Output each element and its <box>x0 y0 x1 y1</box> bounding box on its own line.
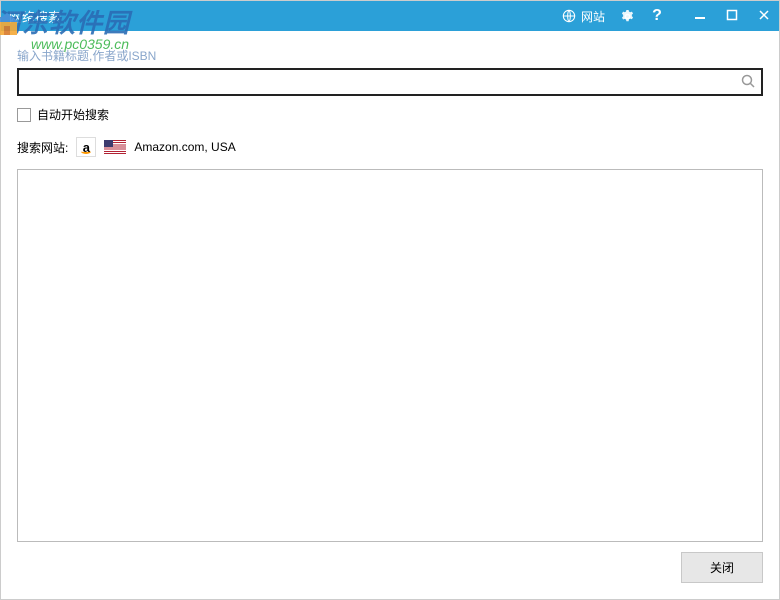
close-icon <box>758 9 770 24</box>
search-field-container <box>17 68 763 96</box>
gear-icon <box>619 8 635 24</box>
titlebar: 网络搜索 网站 ? <box>1 1 779 31</box>
window-title: 网络搜索 <box>9 7 61 26</box>
results-area <box>17 169 763 542</box>
maximize-button[interactable] <box>725 9 739 23</box>
close-button[interactable]: 关闭 <box>681 552 763 583</box>
search-button[interactable] <box>735 70 761 94</box>
content-area: 河东软件园 www.pc0359.cn 输入书籍标题,作者或ISBN 自动开始搜… <box>1 31 779 599</box>
settings-button[interactable] <box>619 8 635 24</box>
search-site-row: 搜索网站: a Amazon.com, USA <box>17 137 763 157</box>
website-button[interactable]: 网站 <box>561 8 605 25</box>
help-icon: ? <box>649 8 665 24</box>
auto-search-row: 自动开始搜索 <box>17 106 763 123</box>
magnifier-icon <box>740 73 756 92</box>
search-site-name[interactable]: Amazon.com, USA <box>134 140 235 154</box>
help-button[interactable]: ? <box>649 8 665 24</box>
minimize-icon <box>694 9 706 24</box>
search-input[interactable] <box>19 70 735 94</box>
maximize-icon <box>726 9 738 24</box>
footer: 关闭 <box>17 552 763 583</box>
globe-icon <box>561 8 577 24</box>
website-label: 网站 <box>581 8 605 25</box>
minimize-button[interactable] <box>693 9 707 23</box>
auto-search-label: 自动开始搜索 <box>37 106 109 123</box>
close-window-button[interactable] <box>757 9 771 23</box>
auto-search-checkbox[interactable] <box>17 108 31 122</box>
usa-flag-icon <box>104 140 126 154</box>
search-hint: 输入书籍标题,作者或ISBN <box>17 47 763 64</box>
search-site-label: 搜索网站: <box>17 139 68 156</box>
amazon-icon: a <box>76 137 96 157</box>
